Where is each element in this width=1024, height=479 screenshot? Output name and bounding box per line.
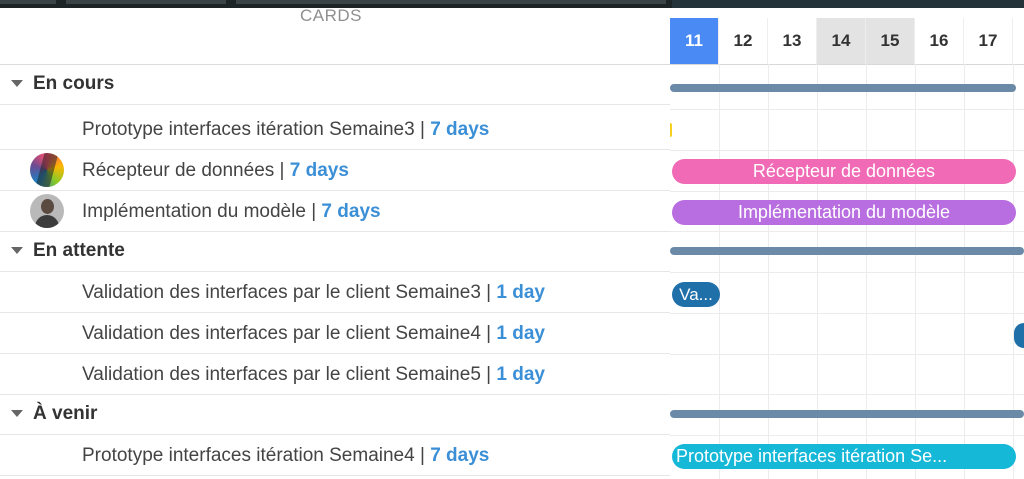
grid-line (670, 150, 1024, 151)
card-row-prototype-s4[interactable]: Prototype interfaces itération Semaine4 … (0, 436, 670, 476)
card-duration: 7 days (321, 201, 381, 222)
card-duration: 1 day (496, 323, 545, 344)
day-header: 11 12 13 14 15 16 17 (670, 18, 1024, 65)
day-cell[interactable]: 13 (768, 18, 817, 64)
avatar[interactable] (30, 153, 64, 187)
gantt-timeline: 11 12 13 14 15 16 17 Récepteur de donnée… (670, 8, 1024, 479)
caret-down-icon[interactable] (11, 410, 23, 417)
group-bar-en-cours[interactable] (670, 84, 1016, 92)
group-row-a-venir[interactable]: À venir (0, 395, 670, 435)
avatar-body (35, 215, 59, 228)
group-label: En cours (33, 73, 115, 94)
task-bar-prototype-s4[interactable]: Prototype interfaces itération Se... (672, 444, 1016, 469)
task-bar-recepteur[interactable]: Récepteur de données (672, 159, 1016, 184)
day-cell-today[interactable]: 11 (670, 18, 719, 64)
group-row-en-attente[interactable]: En attente (0, 232, 670, 272)
card-list: CARDS En cours Prototype interfaces itér… (0, 6, 670, 479)
card-text[interactable]: Récepteur de données | 7 days (82, 160, 349, 182)
avatar-head (41, 199, 54, 214)
card-row-validation-s3[interactable]: Validation des interfaces par le client … (0, 273, 670, 313)
top-tab-2 (66, 0, 226, 4)
group-bar-en-attente[interactable] (670, 247, 1024, 255)
top-tab-3 (236, 0, 666, 4)
card-text[interactable]: Validation des interfaces par le client … (82, 282, 545, 304)
card-title: Prototype interfaces itération Semaine4 (82, 445, 415, 466)
card-row-recepteur[interactable]: Récepteur de données | 7 days (0, 151, 670, 191)
top-strip (0, 0, 1024, 8)
card-duration: 7 days (289, 160, 349, 181)
grid-line (670, 109, 1024, 110)
caret-down-icon[interactable] (11, 80, 23, 87)
card-duration: 7 days (430, 119, 490, 140)
day-cell[interactable]: 12 (719, 18, 768, 64)
task-bar-validation-s4[interactable] (1014, 323, 1024, 348)
grid-line (670, 191, 1024, 192)
card-row-validation-s5[interactable]: Validation des interfaces par le client … (0, 355, 670, 395)
top-tab-1 (0, 0, 56, 4)
card-text[interactable]: Prototype interfaces itération Semaine3 … (82, 119, 489, 141)
grid-line (670, 394, 1024, 395)
card-text[interactable]: Validation des interfaces par le client … (82, 323, 545, 345)
grid-line (670, 313, 1024, 314)
group-label: En attente (33, 240, 125, 261)
card-duration: 1 day (496, 282, 545, 303)
grid-line (670, 272, 1024, 273)
day-cell[interactable]: 16 (915, 18, 964, 64)
card-row-prototype-s3[interactable]: Prototype interfaces itération Semaine3 … (0, 110, 670, 150)
grid-line (670, 435, 1024, 436)
day-cell[interactable]: 17 (964, 18, 1013, 64)
avatar[interactable] (30, 194, 64, 228)
card-title: Implémentation du modèle (82, 201, 306, 222)
card-title: Prototype interfaces itération Semaine3 (82, 119, 415, 140)
group-bar-a-venir[interactable] (670, 410, 1024, 418)
task-bar-implementation[interactable]: Implémentation du modèle (672, 200, 1016, 225)
card-row-implementation[interactable]: Implémentation du modèle | 7 days (0, 192, 670, 232)
task-bar-prototype-s3[interactable] (670, 123, 672, 137)
cards-title: CARDS (300, 6, 363, 25)
grid-line (670, 231, 1024, 232)
day-cell-weekend[interactable]: 14 (817, 18, 866, 64)
card-duration: 1 day (496, 364, 545, 385)
card-title: Validation des interfaces par le client … (82, 323, 481, 344)
card-text[interactable]: Prototype interfaces itération Semaine4 … (82, 445, 489, 467)
grid-line (670, 354, 1024, 355)
card-text[interactable]: Implémentation du modèle | 7 days (82, 201, 381, 223)
task-bar-validation-s3[interactable]: Va... (672, 282, 720, 307)
top-strip-right (672, 0, 1024, 8)
group-row-en-cours[interactable]: En cours (0, 65, 670, 105)
avatar-overlay (35, 153, 59, 187)
card-title: Validation des interfaces par le client … (82, 364, 481, 385)
card-duration: 7 days (430, 445, 490, 466)
cards-header: CARDS (0, 6, 670, 65)
group-label: À venir (33, 403, 98, 424)
card-row-validation-s4[interactable]: Validation des interfaces par le client … (0, 314, 670, 354)
caret-down-icon[interactable] (11, 247, 23, 254)
card-text[interactable]: Validation des interfaces par le client … (82, 364, 545, 386)
day-cell-weekend[interactable]: 15 (866, 18, 915, 64)
card-title: Récepteur de données (82, 160, 275, 181)
card-title: Validation des interfaces par le client … (82, 282, 481, 303)
